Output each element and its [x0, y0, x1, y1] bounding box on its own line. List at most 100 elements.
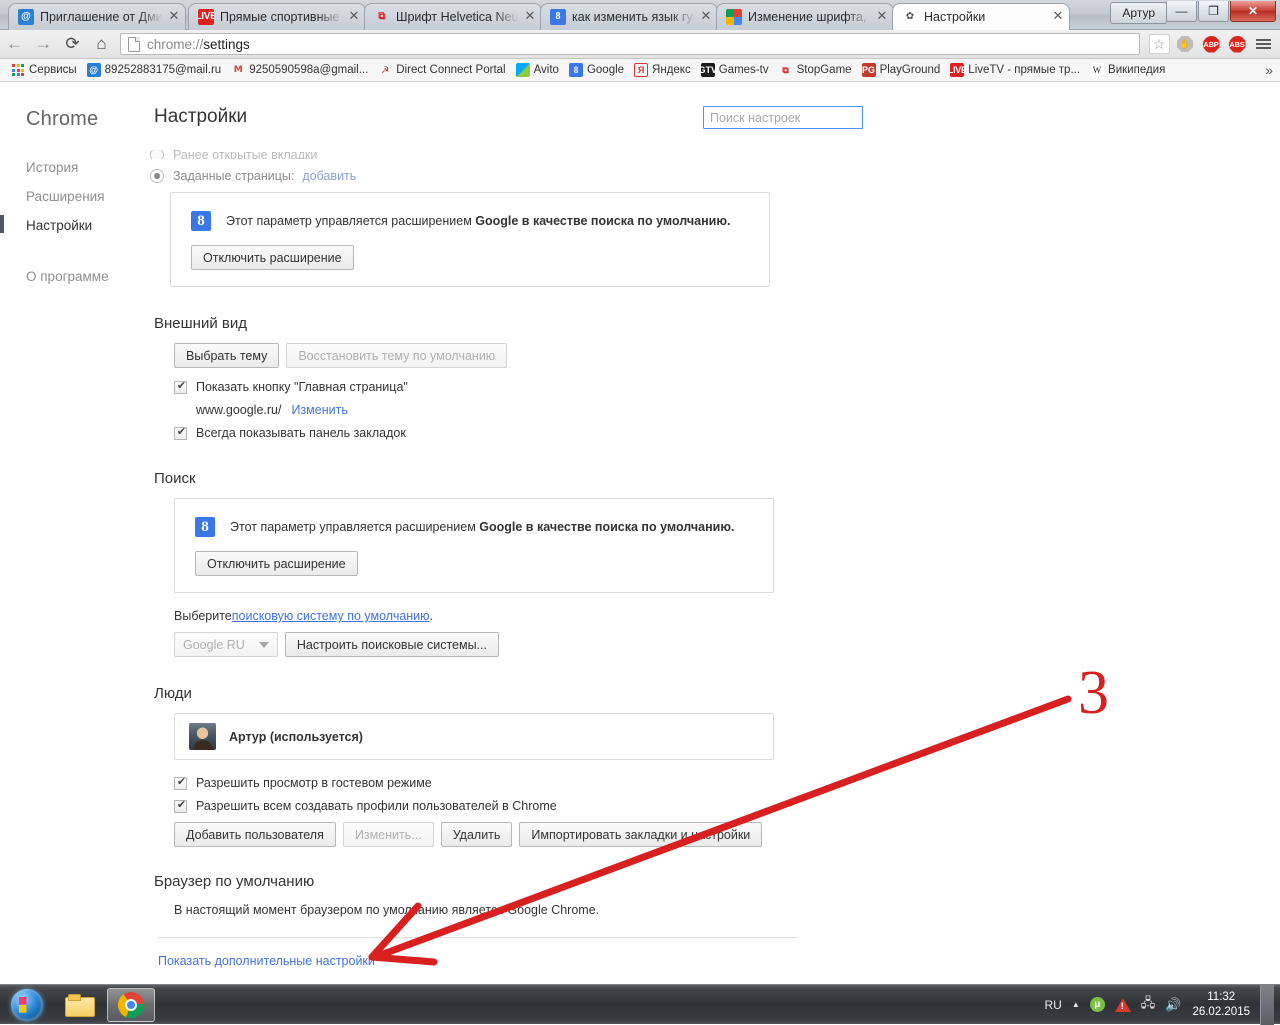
search-input[interactable]: [703, 106, 863, 129]
default-browser-status-wrap: В настоящий момент браузером по умолчани…: [154, 901, 950, 919]
language-indicator[interactable]: RU: [1044, 998, 1061, 1012]
allow-create-profiles-row[interactable]: Разрешить всем создавать профили пользов…: [174, 798, 950, 813]
tab-4[interactable]: Изменение шрифта, s ✕: [716, 3, 894, 30]
url-text: chrome://settings: [147, 37, 250, 52]
sidebar-item-extensions[interactable]: Расширения: [0, 182, 150, 211]
always-show-bookmarks-row[interactable]: Всегда показывать панель закладок: [174, 425, 950, 440]
volume-icon[interactable]: 🔊: [1165, 997, 1181, 1013]
network-icon[interactable]: 🖧: [1141, 994, 1156, 1016]
bookmark-label: Direct Connect Portal: [396, 64, 506, 76]
default-search-engine-link[interactable]: поисковую систему по умолчанию: [232, 609, 430, 623]
title-bar: @ Приглашение от Дми ✕ LIVE Прямые спорт…: [0, 0, 1280, 30]
bookmark-stopgame[interactable]: ⧉ StopGame: [774, 61, 857, 80]
radio-specific-pages[interactable]: [150, 169, 164, 183]
add-user-button[interactable]: Добавить пользователя: [174, 822, 336, 847]
bookmark-google[interactable]: 8 Google: [564, 61, 629, 80]
bookmark-mailru[interactable]: @ 89252883175@mail.ru: [82, 61, 227, 80]
bookmark-wikipedia[interactable]: W Википедия: [1085, 61, 1170, 80]
profile-row[interactable]: Артур (используется): [174, 713, 774, 760]
user-badge[interactable]: Артур: [1110, 2, 1167, 24]
warning-glyph: [1114, 997, 1131, 1012]
tab-close-icon[interactable]: ✕: [347, 10, 361, 24]
tab-0[interactable]: @ Приглашение от Дми ✕: [8, 3, 186, 30]
sidebar-nav: История Расширения Настройки О программе: [0, 153, 150, 291]
chrome-menu-icon[interactable]: [1250, 30, 1276, 59]
show-desktop-button[interactable]: [1260, 984, 1274, 1025]
choose-engine-text-row: Выберите поисковую систему по умолчанию.: [174, 609, 950, 623]
allow-guest-checkbox[interactable]: [174, 775, 188, 790]
bookmark-avito[interactable]: Avito: [511, 61, 564, 80]
home-icon[interactable]: ⌂: [87, 30, 116, 59]
utorrent-glyph: μ: [1089, 997, 1105, 1012]
tab-close-icon[interactable]: ✕: [167, 10, 181, 24]
default-browser-status: В настоящий момент браузером по умолчани…: [174, 903, 600, 917]
address-bar[interactable]: chrome://settings: [120, 33, 1140, 55]
startup-option-previous-tabs[interactable]: Ранее открытые вкладки: [150, 150, 950, 159]
adblock-super-icon[interactable]: ABS: [1224, 30, 1250, 59]
utorrent-icon[interactable]: μ: [1089, 997, 1105, 1012]
extension-notice-message: 8 Этот параметр управляется расширением …: [195, 517, 753, 537]
tab-5-active[interactable]: ✿ Настройки ✕: [892, 3, 1070, 30]
forward-icon[interactable]: →: [29, 30, 58, 59]
adblock-plus-icon[interactable]: ABP: [1198, 30, 1224, 59]
bookmarks-overflow-icon[interactable]: »: [1265, 62, 1280, 78]
minimize-button[interactable]: —: [1166, 1, 1197, 22]
bookmark-label: Яндекс: [652, 64, 691, 76]
bookmark-label: 9250590598a@gmail...: [249, 64, 369, 76]
tab-close-icon[interactable]: ✕: [699, 10, 713, 24]
disable-extension-button[interactable]: Отключить расширение: [195, 551, 358, 576]
chrome-icon: [118, 991, 144, 1018]
show-hidden-icons-icon[interactable]: ▲: [1072, 1000, 1080, 1009]
bookmark-playground[interactable]: PG PlayGround: [857, 61, 946, 80]
tab-2[interactable]: ⧉ Шрифт Helvetica Neue ✕: [364, 3, 542, 30]
gmail-icon: M: [233, 64, 243, 75]
taskbar-google-chrome[interactable]: [107, 987, 155, 1022]
show-advanced-settings-link[interactable]: Показать дополнительные настройки: [158, 954, 375, 968]
maximize-button[interactable]: ❐: [1198, 1, 1229, 22]
tab-close-icon[interactable]: ✕: [523, 10, 537, 24]
bookmark-yandex[interactable]: Я Яндекс: [629, 61, 696, 80]
bookmark-services[interactable]: Сервисы: [6, 61, 82, 80]
bookmark-direct-connect-portal[interactable]: ☭ Direct Connect Portal: [373, 61, 510, 80]
appearance-title: Внешний вид: [154, 315, 247, 332]
choose-theme-button[interactable]: Выбрать тему: [174, 343, 280, 368]
tab-1[interactable]: LIVE Прямые спортивные ✕: [188, 3, 366, 30]
tab-title: Шрифт Helvetica Neue: [396, 10, 519, 24]
start-button[interactable]: [3, 987, 51, 1023]
sidebar-item-about[interactable]: О программе: [0, 262, 150, 291]
bookmark-label: StopGame: [796, 64, 852, 76]
search-engine-controls: Google RU Настроить поисковые системы...: [174, 632, 950, 657]
back-icon[interactable]: ←: [0, 30, 29, 59]
tab-close-icon[interactable]: ✕: [1051, 10, 1065, 24]
change-home-url-link[interactable]: Изменить: [291, 403, 347, 417]
startup-add-link[interactable]: добавить: [302, 169, 356, 183]
show-home-button-row[interactable]: Показать кнопку "Главная страница": [174, 379, 950, 394]
tab-close-icon[interactable]: ✕: [875, 10, 889, 24]
always-show-bookmarks-label: Всегда показывать панель закладок: [196, 426, 406, 440]
bookmark-gmail[interactable]: M 9250590598a@gmail...: [226, 61, 373, 80]
sidebar-item-history[interactable]: История: [0, 153, 150, 182]
disable-extension-button[interactable]: Отключить расширение: [191, 245, 354, 270]
delete-user-button[interactable]: Удалить: [440, 822, 513, 847]
bookmark-games-tv[interactable]: GTV Games-tv: [696, 61, 774, 80]
import-bookmarks-button[interactable]: Импортировать закладки и настройки: [519, 822, 763, 847]
action-center-warning-icon[interactable]: [1114, 997, 1131, 1012]
bookmark-livetv[interactable]: LIVE LiveTV - прямые тр...: [945, 61, 1085, 80]
manage-search-engines-button[interactable]: Настроить поисковые системы...: [284, 632, 499, 657]
sidebar-item-settings[interactable]: Настройки: [0, 211, 150, 240]
tab-3[interactable]: 8 как изменить язык гуг ✕: [540, 3, 718, 30]
ghostery-icon[interactable]: ✋: [1172, 30, 1198, 59]
close-button[interactable]: ✕: [1230, 1, 1276, 22]
reload-icon[interactable]: ⟳: [58, 30, 87, 59]
allow-create-profiles-checkbox[interactable]: [174, 798, 188, 813]
startup-option-specific-pages[interactable]: Заданные страницы: добавить: [150, 169, 950, 183]
bookmark-star-icon[interactable]: ☆: [1146, 30, 1172, 59]
window-controls: — ❐ ✕: [1165, 1, 1276, 22]
allow-guest-row[interactable]: Разрешить просмотр в гостевом режиме: [174, 775, 950, 790]
show-home-button-checkbox[interactable]: [174, 379, 188, 394]
clock[interactable]: 11:32 26.02.2015: [1192, 990, 1250, 1020]
search-engine-select[interactable]: Google RU: [174, 632, 278, 657]
taskbar-file-explorer[interactable]: [55, 988, 103, 1022]
radio-previous-tabs[interactable]: [150, 150, 164, 159]
always-show-bookmarks-checkbox[interactable]: [174, 425, 188, 440]
